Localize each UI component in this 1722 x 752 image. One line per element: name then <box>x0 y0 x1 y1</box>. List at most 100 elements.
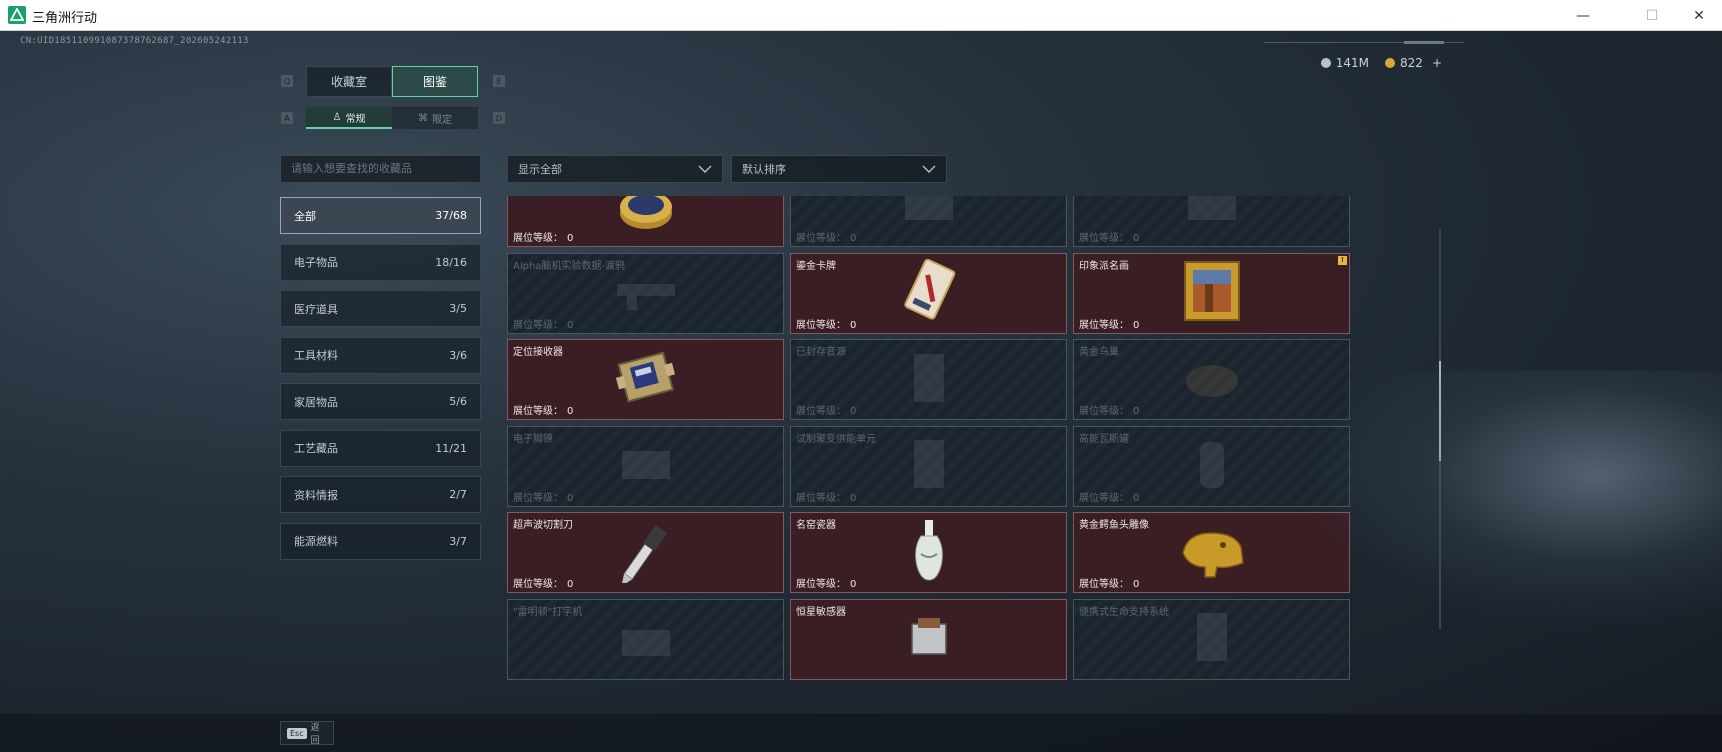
silver-currency: 141M <box>1320 56 1370 70</box>
display-level-value: 0 <box>1133 492 1140 504</box>
display-level-value: 0 <box>1133 319 1140 331</box>
tab-codex[interactable]: 图鉴 <box>392 66 478 97</box>
key-hint-e: E <box>493 75 505 87</box>
collection-card[interactable]: 印象派名画 展位等级： 0! <box>1073 252 1350 334</box>
silver-amount: 141M <box>1335 56 1370 70</box>
item-name: 已封存音源 <box>796 347 846 358</box>
category-item[interactable]: 全部 37/68 <box>280 197 481 234</box>
display-level-value: 0 <box>850 233 857 244</box>
category-item[interactable]: 工具材料 3/6 <box>280 336 481 374</box>
collection-card[interactable]: 便携式生命支持系统 <box>1073 598 1350 680</box>
display-level: 展位等级： 0 <box>513 229 573 244</box>
receiver-icon <box>615 348 677 412</box>
category-item[interactable]: 家居物品 5/6 <box>280 383 481 420</box>
back-label: 返回 <box>310 723 320 746</box>
collection-card[interactable]: 电子脚镣展位等级： 0 <box>507 425 784 507</box>
sort-dropdown[interactable]: 默认排序 <box>731 155 947 183</box>
nest-icon <box>1182 353 1242 407</box>
gold-amount: 822 <box>1400 56 1423 70</box>
add-currency-button[interactable]: + <box>1432 56 1442 70</box>
display-level-value: 0 <box>1133 406 1140 417</box>
chevron-down-icon <box>698 165 712 173</box>
scrollbar-thumb[interactable] <box>1439 361 1441 461</box>
croc-icon <box>1177 523 1247 583</box>
flask-icon: ♙ <box>332 111 342 123</box>
vase-icon <box>911 518 947 588</box>
category-count: 2/7 <box>449 488 467 501</box>
display-level-value: 0 <box>850 406 857 417</box>
display-level: 展位等级： 0 <box>796 402 856 417</box>
category-item[interactable]: 工艺藏品 11/21 <box>280 429 481 467</box>
subtab-regular[interactable]: ♙ 常规 <box>306 107 392 129</box>
category-label: 全部 <box>294 209 316 223</box>
window-titlebar: 三角洲行动 — ☐ ✕ <box>0 0 1722 31</box>
category-label: 资料情报 <box>294 488 338 502</box>
collection-card[interactable]: 超声波切割刀 展位等级： 0 <box>507 512 784 593</box>
collection-card[interactable]: 黄金鸟巢 展位等级： 0 <box>1073 339 1350 420</box>
display-level-label: 展位等级： <box>513 233 563 244</box>
item-name: 黄金鸟巢 <box>1079 347 1119 358</box>
display-level-value: 0 <box>850 579 857 590</box>
category-count: 11/21 <box>435 441 467 455</box>
item-name: 电子脚镣 <box>513 433 553 445</box>
collection-card[interactable]: 展位等级： 0 <box>507 196 784 247</box>
display-level-label: 展位等级： <box>513 406 563 417</box>
display-filter-value: 显示全部 <box>518 163 562 176</box>
display-level-label: 展位等级： <box>1079 233 1129 244</box>
subtab-limited[interactable]: ⌘ 限定 <box>392 107 478 129</box>
display-level-label: 展位等级： <box>513 492 563 504</box>
display-level-value: 0 <box>850 492 857 504</box>
collection-card[interactable]: 高能瓦斯罐 展位等级： 0 <box>1073 425 1350 507</box>
typewriter-icon <box>616 612 676 666</box>
search-input[interactable] <box>280 155 481 183</box>
key-hint-q: Q <box>281 75 293 87</box>
category-item[interactable]: 医疗道具 3/5 <box>280 290 481 327</box>
category-count: 37/68 <box>435 209 467 222</box>
user-uid: CN:UID185110991087378762687_202605242113 <box>20 36 249 46</box>
collection-card[interactable]: Alpha脑机实验数据-渡鸦 展位等级： 0 <box>507 252 784 334</box>
collection-card[interactable]: 试制聚变供能单元 展位等级： 0 <box>790 425 1067 507</box>
sub-tabs: ♙ 常规 ⌘ 限定 <box>306 107 478 129</box>
display-level-label: 展位等级： <box>796 492 846 504</box>
display-level-label: 展位等级： <box>1079 492 1129 504</box>
device-icon <box>1182 196 1242 234</box>
tank-icon <box>1192 434 1232 498</box>
collection-card[interactable]: 展位等级： 0 <box>1073 196 1350 247</box>
display-level: 展位等级： 0 <box>513 402 573 417</box>
back-button[interactable]: Esc 返回 <box>280 721 334 746</box>
card-icon <box>901 258 957 327</box>
collection-card[interactable]: 定位接收器 展位等级： 0 <box>507 339 784 420</box>
collection-card[interactable]: 名窑瓷器 展位等级： 0 <box>790 512 1067 593</box>
collection-card[interactable]: 展位等级： 0 <box>790 196 1067 247</box>
category-label: 家居物品 <box>294 395 338 409</box>
display-level: 展位等级： 0 <box>1079 489 1139 504</box>
collection-card[interactable]: 鎏金卡牌 展位等级： 0 <box>790 252 1067 334</box>
tab-collection-room[interactable]: 收藏室 <box>306 66 392 97</box>
display-level-value: 0 <box>850 319 857 331</box>
display-level-value: 0 <box>567 233 574 244</box>
category-item[interactable]: 能源燃料 3/7 <box>280 522 481 560</box>
device-icon <box>899 196 959 234</box>
category-count: 3/7 <box>449 534 467 548</box>
painting-icon <box>1183 260 1241 326</box>
display-level-value: 0 <box>1133 233 1140 244</box>
display-filter-dropdown[interactable]: 显示全部 <box>507 155 723 183</box>
gun-icon <box>611 266 681 320</box>
collection-card[interactable]: 已封存音源展位等级： 0 <box>790 339 1067 420</box>
minimize-button[interactable]: — <box>1560 0 1606 31</box>
category-label: 工具材料 <box>294 349 338 362</box>
display-level-value: 0 <box>567 492 574 504</box>
collection-card[interactable]: 黄金鳄鱼头雕像 展位等级： 0 <box>1073 512 1350 593</box>
device-icon <box>616 439 676 493</box>
display-level: 展位等级： 0 <box>1079 229 1139 244</box>
close-button[interactable]: ✕ <box>1676 0 1722 31</box>
collection-card[interactable]: 恒星敏感器 <box>790 598 1067 680</box>
category-item[interactable]: 电子物品 18/16 <box>280 243 481 281</box>
box-icon <box>1187 607 1237 671</box>
collection-card[interactable]: "雷明顿"打字机 <box>507 598 784 680</box>
display-level-value: 0 <box>567 319 574 331</box>
maximize-button[interactable]: ☐ <box>1629 0 1675 31</box>
category-label: 医疗道具 <box>294 302 338 316</box>
app-logo-icon <box>8 6 26 24</box>
category-item[interactable]: 资料情报 2/7 <box>280 476 481 513</box>
